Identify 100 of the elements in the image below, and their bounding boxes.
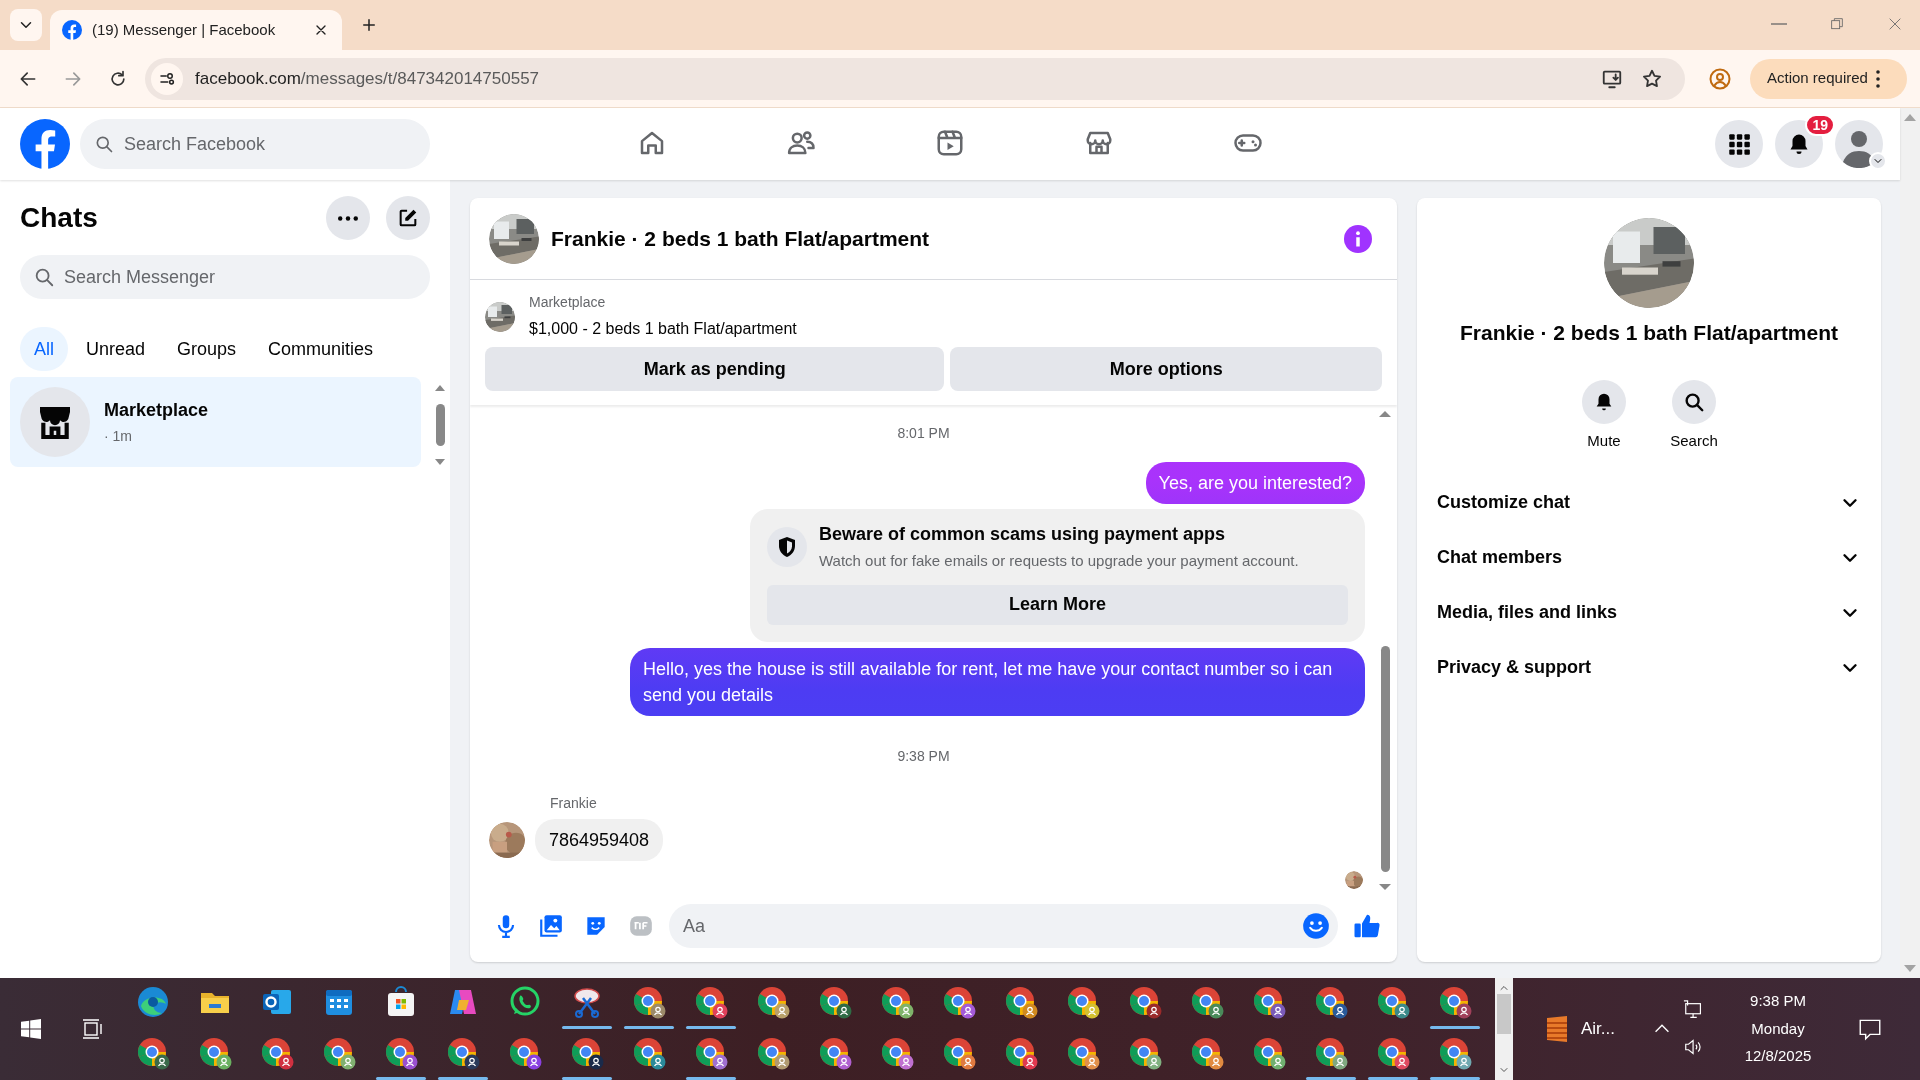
reload-icon — [108, 68, 128, 89]
browser-icon[interactable] — [1127, 1035, 1163, 1071]
conversation-title: Frankie · 2 beds 1 bath Flat/apartment — [551, 225, 931, 252]
clock-time[interactable]: 9:38 PM — [1750, 990, 1806, 1013]
listing-title: $1,000 - 2 beds 1 bath Flat/apartment — [529, 319, 797, 339]
browser-icon[interactable] — [1003, 984, 1039, 1020]
site-info-button[interactable] — [151, 62, 183, 95]
taskbar-app-label[interactable]: Air... — [1581, 1016, 1615, 1042]
facebook-logo-icon — [62, 20, 82, 40]
search-field[interactable]: Search Facebook — [80, 119, 430, 169]
browser-icon[interactable] — [321, 1035, 357, 1071]
more-horizontal-icon — [338, 215, 358, 221]
browser-icon[interactable] — [941, 1035, 977, 1071]
browser-icon[interactable] — [1003, 1035, 1039, 1071]
details-section-row[interactable]: Privacy & support — [1425, 640, 1873, 695]
details-section-row[interactable]: Customize chat — [1425, 475, 1873, 530]
start-button[interactable] — [21, 1019, 41, 1039]
menu-button[interactable] — [1715, 120, 1763, 168]
close-icon — [1887, 16, 1903, 32]
plus-icon — [360, 16, 378, 34]
details-section-row[interactable]: Media, files and links — [1425, 585, 1873, 640]
notice-text: Watch out for fake emails or requests to upgrade your payment account. — [819, 551, 1299, 571]
browser-icon[interactable] — [817, 984, 853, 1020]
browser-icon[interactable] — [1313, 1035, 1349, 1071]
search-field[interactable]: Search Messenger — [20, 255, 430, 299]
compose-icon — [397, 207, 419, 229]
browser-icon[interactable] — [1189, 1035, 1225, 1071]
sent-message-bubble: Hello, yes the house is still available for rent, let me have your contact number so i can send you details — [630, 647, 1365, 716]
browser-icon[interactable] — [941, 984, 977, 1020]
timestamp: 8:01 PM — [897, 424, 950, 443]
taskbar-scrollbar[interactable] — [1495, 978, 1513, 1080]
browser-icon[interactable] — [693, 984, 729, 1020]
browser-tab[interactable]: (19) Messenger | Facebook — [50, 10, 342, 50]
browser-icon[interactable] — [1065, 1035, 1101, 1071]
search-icon — [94, 134, 114, 154]
browser-icon[interactable] — [817, 1035, 853, 1071]
photo-icon[interactable] — [538, 913, 564, 939]
browser-icon[interactable] — [383, 1035, 419, 1071]
message-input-field[interactable]: Aa — [669, 904, 1338, 948]
tab-title: (19) Messenger | Facebook — [92, 19, 277, 40]
browser-icon[interactable] — [1313, 984, 1349, 1020]
browser-icon[interactable] — [1437, 1035, 1473, 1071]
browser-icon[interactable] — [631, 1035, 667, 1071]
scrollbar[interactable] — [433, 385, 447, 465]
browser-icon[interactable] — [1065, 984, 1101, 1020]
browser-icon[interactable] — [879, 1035, 915, 1071]
listing-action-button[interactable]: More options — [950, 347, 1382, 391]
browser-icon[interactable] — [135, 1035, 171, 1071]
page-scrollbar[interactable] — [1900, 108, 1920, 978]
clock-day[interactable]: Monday — [1751, 1017, 1805, 1041]
sent-message-bubble: Yes, are you interested? — [1145, 462, 1365, 504]
browser-icon[interactable] — [1437, 984, 1473, 1020]
learn-more-button[interactable]: Learn More — [767, 584, 1348, 625]
browser-icon[interactable] — [569, 1035, 605, 1071]
task-view-icon[interactable] — [81, 1018, 103, 1040]
browser-icon[interactable] — [1375, 984, 1411, 1020]
facebook-logo-icon[interactable] — [20, 119, 70, 169]
timestamp: 9:38 PM — [897, 746, 950, 766]
account-menu-button[interactable] — [1869, 152, 1887, 170]
browser-icon[interactable] — [135, 984, 171, 1020]
chat-name: Marketplace — [104, 399, 209, 422]
grid-icon — [1726, 131, 1752, 157]
listing-action-button[interactable]: Mark as pending — [485, 347, 945, 391]
clock-date[interactable]: 12/8/2025 — [1744, 1045, 1812, 1068]
details-section-row[interactable]: Chat members — [1425, 530, 1873, 585]
info-icon[interactable] — [1344, 224, 1372, 253]
browser-icon[interactable] — [1251, 1035, 1287, 1071]
browser-icon[interactable] — [755, 984, 791, 1020]
listing-source: Marketplace — [529, 293, 607, 312]
browser-icon[interactable] — [1189, 984, 1225, 1020]
received-message-bubble: 7864959408 — [535, 818, 664, 861]
profile-icon[interactable] — [1708, 66, 1732, 91]
browser-icon[interactable] — [755, 1035, 791, 1071]
emoji-icon[interactable] — [1302, 912, 1330, 940]
browser-icon[interactable] — [1375, 1035, 1411, 1071]
avatar-icon[interactable] — [1835, 120, 1883, 168]
browser-icon[interactable] — [259, 1035, 295, 1071]
browser-icon[interactable] — [1127, 984, 1163, 1020]
browser-icon[interactable] — [507, 1035, 543, 1071]
new-message-button[interactable] — [386, 196, 430, 240]
filter-tab[interactable]: Unread — [72, 327, 160, 371]
filter-tab[interactable]: Groups — [163, 327, 251, 371]
browser-icon[interactable] — [445, 1035, 481, 1071]
search-icon — [33, 266, 55, 288]
address-bar[interactable]: facebook.com/messages/t/847342014750557 — [145, 57, 1685, 100]
filter-tab[interactable]: Communities — [254, 327, 388, 371]
chat-list-item[interactable]: Marketplace · 1m — [10, 377, 421, 467]
browser-icon[interactable] — [693, 1035, 729, 1071]
bookmark-star-icon[interactable] — [1641, 67, 1663, 90]
more-options-button[interactable] — [326, 196, 370, 240]
browser-icon[interactable] — [631, 984, 667, 1020]
chat-time: · 1m — [104, 427, 133, 446]
filter-tab[interactable]: All — [20, 327, 68, 371]
browser-icon[interactable] — [1251, 984, 1287, 1020]
shield-icon — [767, 526, 807, 567]
browser-icon[interactable] — [879, 984, 915, 1020]
browser-icon[interactable] — [197, 1035, 233, 1071]
action-required-button[interactable]: Action required — [1750, 58, 1907, 99]
contact-name: Frankie · 2 beds 1 bath Flat/apartment — [1459, 320, 1839, 346]
notification-badge: 19 — [1805, 114, 1835, 136]
